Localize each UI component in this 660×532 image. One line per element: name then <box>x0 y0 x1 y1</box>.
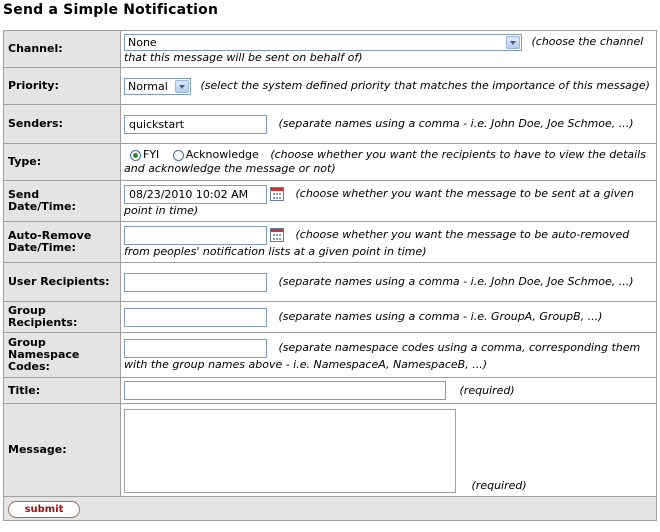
channel-cell: None (choose the channel that this messa… <box>120 30 657 68</box>
priority-cell: Normal (select the system defined priori… <box>120 67 657 105</box>
dropdown-arrow-icon[interactable] <box>506 35 520 49</box>
row-title: Title: (required) <box>3 377 657 404</box>
row-user-recipients: User Recipients: (separate names using a… <box>3 262 657 302</box>
group-recipients-label-line2: Recipients: <box>8 316 78 329</box>
user-recipients-input[interactable] <box>124 272 267 292</box>
row-type: Type: FYI Acknowledge (choose whether yo… <box>3 143 657 181</box>
title-input[interactable] <box>124 381 446 400</box>
acknowledge-radio-label: Acknowledge <box>185 148 259 161</box>
auto-remove-label-line2: Date/Time: <box>8 241 76 254</box>
fyi-radio[interactable] <box>130 149 141 161</box>
senders-cell: quickstart (separate names using a comma… <box>120 104 657 144</box>
title-hint: (required) <box>459 383 515 397</box>
message-cell: (required) <box>120 403 657 497</box>
send-datetime-input[interactable]: 08/23/2010 10:02 AM <box>124 184 267 204</box>
calendar-icon[interactable] <box>270 187 284 201</box>
priority-select[interactable]: Normal <box>124 77 191 95</box>
user-recipients-label: User Recipients: <box>3 262 121 302</box>
fyi-radio-label: FYI <box>143 148 160 161</box>
notification-form: Channel: None (choose the channel that t… <box>3 30 657 521</box>
priority-hint: (select the system defined priority that… <box>200 79 650 92</box>
channel-label: Channel: <box>3 30 121 68</box>
channel-select[interactable]: None <box>124 33 522 51</box>
row-senders: Senders: quickstart (separate names usin… <box>3 104 657 144</box>
group-recipients-cell: (separate names using a comma - i.e. Gro… <box>120 301 657 333</box>
type-label: Type: <box>3 143 121 181</box>
row-group-recipients: Group Recipients: (separate names using … <box>3 301 657 333</box>
row-auto-remove: Auto-Remove Date/Time: (choose whether y… <box>3 221 657 263</box>
title-label: Title: <box>3 377 121 404</box>
row-group-namespace: Group Namespace Codes: (separate namespa… <box>3 332 657 378</box>
auto-remove-label: Auto-Remove Date/Time: <box>3 221 121 263</box>
row-channel: Channel: None (choose the channel that t… <box>3 30 657 68</box>
priority-select-value: Normal <box>128 79 168 93</box>
send-datetime-label-line2: Date/Time: <box>8 200 76 213</box>
type-cell: FYI Acknowledge (choose whether you want… <box>120 143 657 181</box>
senders-label: Senders: <box>3 104 121 144</box>
channel-select-value: None <box>128 35 157 49</box>
group-namespace-label: Group Namespace Codes: <box>3 332 121 378</box>
submit-cell: submit <box>3 496 657 521</box>
row-priority: Priority: Normal (select the system defi… <box>3 67 657 105</box>
submit-button[interactable]: submit <box>8 501 80 518</box>
group-recipients-hint: (separate names using a comma - i.e. Gro… <box>278 310 603 323</box>
send-datetime-label: Send Date/Time: <box>3 180 121 222</box>
user-recipients-hint: (separate names using a comma - i.e. Joh… <box>278 275 634 288</box>
dropdown-arrow-icon[interactable] <box>175 79 189 93</box>
acknowledge-radio[interactable] <box>172 149 184 161</box>
message-textarea[interactable] <box>124 409 456 493</box>
group-namespace-input[interactable] <box>124 338 267 358</box>
group-namespace-label-line3: Codes: <box>8 360 50 373</box>
send-datetime-cell: 08/23/2010 10:02 AM (choose whether you … <box>120 180 657 222</box>
page-title: Send a Simple Notification <box>3 2 219 18</box>
senders-input[interactable]: quickstart <box>124 114 267 134</box>
title-cell: (required) <box>120 377 657 404</box>
priority-label: Priority: <box>3 67 121 105</box>
senders-hint: (separate names using a comma - i.e. Joh… <box>278 117 634 130</box>
group-recipients-input[interactable] <box>124 307 267 327</box>
auto-remove-input[interactable] <box>124 225 267 245</box>
auto-remove-cell: (choose whether you want the message to … <box>120 221 657 263</box>
calendar-icon[interactable] <box>270 228 284 242</box>
user-recipients-cell: (separate names using a comma - i.e. Joh… <box>120 262 657 302</box>
message-hint: (required) <box>471 479 527 492</box>
row-send-datetime: Send Date/Time: 08/23/2010 10:02 AM (cho… <box>3 180 657 222</box>
group-recipients-label: Group Recipients: <box>3 301 121 333</box>
row-submit: submit <box>3 496 657 521</box>
group-namespace-cell: (separate namespace codes using a comma,… <box>120 332 657 378</box>
message-label: Message: <box>3 403 121 497</box>
row-message: Message: (required) <box>3 403 657 497</box>
